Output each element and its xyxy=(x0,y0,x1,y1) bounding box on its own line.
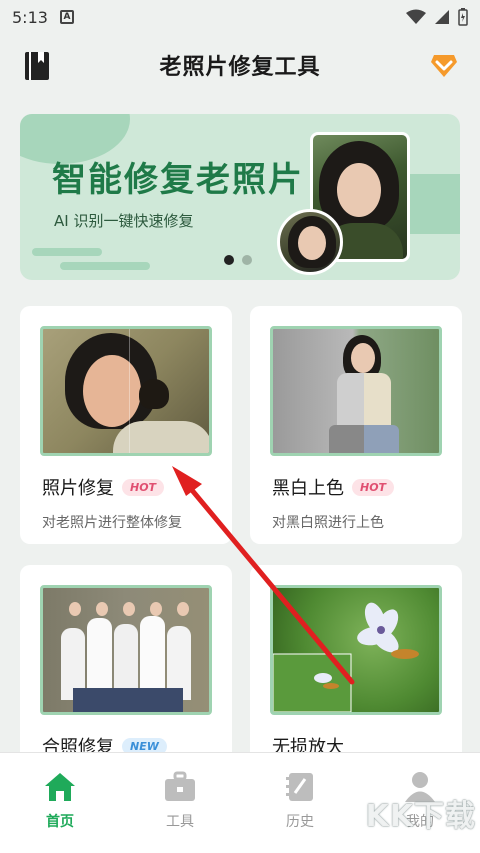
banner-photo-thumbnail xyxy=(277,209,343,275)
bottom-navigation: 首页 工具 历史 我的 KK下载 xyxy=(0,752,480,853)
nav-label: 历史 xyxy=(286,814,314,830)
signal-icon xyxy=(435,10,449,24)
page-title: 老照片修复工具 xyxy=(159,55,321,80)
nav-item-history[interactable]: 历史 xyxy=(240,753,360,853)
carousel-dot[interactable] xyxy=(224,255,234,265)
diamond-icon[interactable] xyxy=(430,53,458,79)
wifi-icon xyxy=(406,9,426,24)
status-time: 5:13 xyxy=(12,7,48,27)
battery-icon xyxy=(458,8,468,26)
feature-photo xyxy=(40,585,212,715)
watermark: KK下载 xyxy=(365,799,476,834)
nav-item-home[interactable]: 首页 xyxy=(0,753,120,853)
feature-name: 黑白上色 HOT xyxy=(272,474,395,500)
hot-badge: HOT xyxy=(122,478,165,496)
feature-photo xyxy=(270,585,442,715)
toolbox-icon xyxy=(165,771,195,801)
banner-title: 智能修复老照片 xyxy=(52,160,304,200)
carousel-indicator xyxy=(224,255,252,265)
status-indicators xyxy=(406,8,468,26)
promo-banner[interactable]: 智能修复老照片 AI 识别一键快速修复 xyxy=(20,114,460,280)
book-icon[interactable] xyxy=(24,51,50,81)
feature-card-photo-repair[interactable]: 照片修复 HOT 对老照片进行整体修复 xyxy=(20,306,232,544)
banner-subtitle: AI 识别一键快速修复 xyxy=(54,212,194,230)
carousel-dot[interactable] xyxy=(242,255,252,265)
feature-photo xyxy=(270,326,442,456)
feature-card-colorize[interactable]: 黑白上色 HOT 对黑白照进行上色 xyxy=(250,306,462,544)
nav-label: 首页 xyxy=(46,814,74,830)
home-icon xyxy=(45,773,75,801)
feature-name: 照片修复 HOT xyxy=(42,474,165,500)
feature-title: 黑白上色 xyxy=(272,478,344,499)
feature-title: 照片修复 xyxy=(42,478,114,499)
history-icon xyxy=(286,773,313,801)
notification-icon: A xyxy=(59,10,74,24)
hot-badge: HOT xyxy=(352,478,395,496)
nav-label: 工具 xyxy=(166,814,194,830)
feature-description: 对老照片进行整体修复 xyxy=(42,515,182,531)
feature-photo xyxy=(40,326,212,456)
nav-item-tools[interactable]: 工具 xyxy=(120,753,240,853)
app-header: 老照片修复工具 xyxy=(0,40,480,90)
feature-description: 对黑白照进行上色 xyxy=(272,515,384,531)
status-bar: 5:13 A xyxy=(0,0,480,34)
